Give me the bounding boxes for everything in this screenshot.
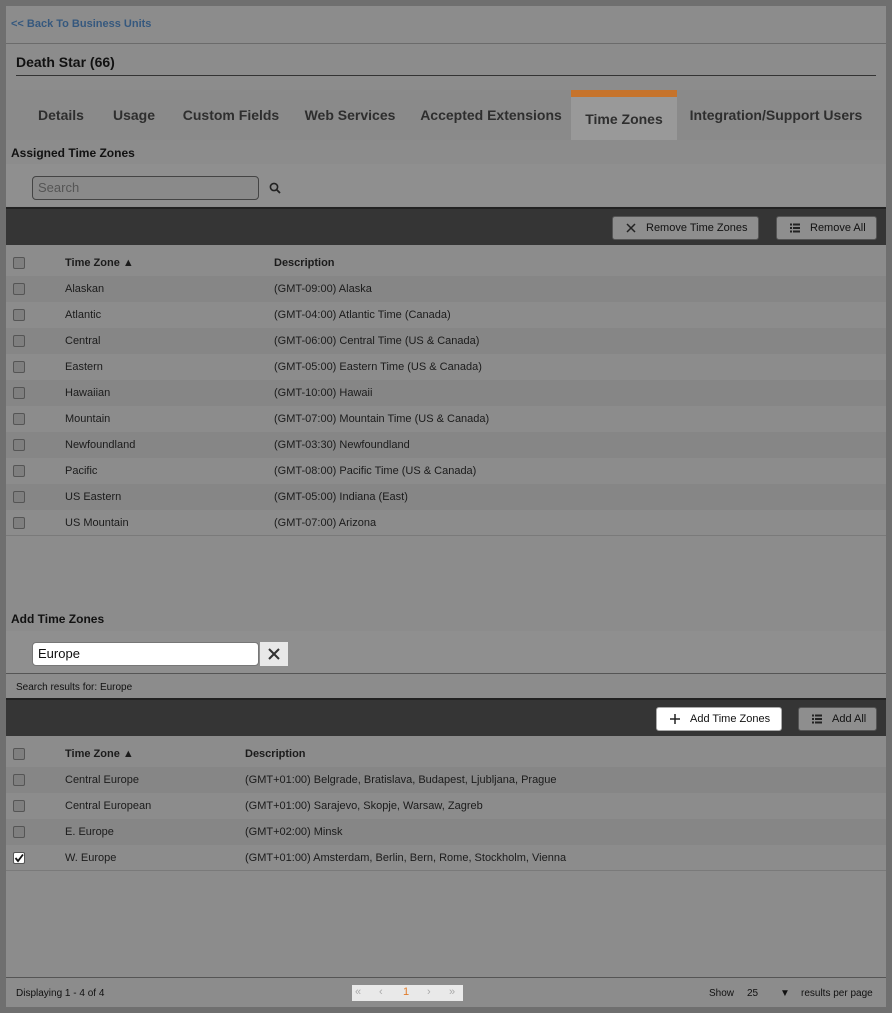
table-row[interactable]: Eastern (GMT-05:00) Eastern Time (US & Ca… [6, 354, 886, 380]
sort-up-icon: ▲ [122, 257, 134, 269]
row-checkbox[interactable] [13, 826, 25, 838]
table-row[interactable]: Mountain (GMT-07:00) Mountain Time (US & … [6, 406, 886, 432]
remove-all-button[interactable]: Remove All [776, 216, 877, 240]
assigned-time-zones-heading: Assigned Time Zones [11, 146, 135, 160]
add-all-button[interactable]: Add All [798, 707, 877, 731]
list-icon [812, 714, 822, 724]
next-page-icon[interactable]: › [427, 986, 431, 998]
description-header: Description [245, 748, 306, 760]
per-page-select[interactable]: 25 ▼ [747, 988, 792, 999]
search-results-caption: Search results for: Europe [16, 682, 133, 693]
table-row[interactable]: Hawaiian (GMT-10:00) Hawaii [6, 380, 886, 406]
pagination-footer: Displaying 1 - 4 of 4 « ‹ 1 › » Show 25 … [6, 977, 886, 1007]
table-row[interactable]: Atlantic (GMT-04:00) Atlantic Time (Canad… [6, 302, 886, 328]
add-time-zones-button[interactable]: Add Time Zones [656, 707, 782, 731]
table-row[interactable]: US Eastern (GMT-05:00) Indiana (East) [6, 484, 886, 510]
sort-up-icon: ▲ [122, 748, 134, 760]
clear-search-button[interactable] [260, 642, 288, 666]
tab-bar: Details Usage Custom Fields Web Services… [6, 90, 886, 140]
search-icon[interactable] [269, 182, 281, 194]
tab-web-services[interactable]: Web Services [300, 90, 400, 140]
tab-usage[interactable]: Usage [106, 90, 162, 140]
row-checkbox[interactable] [13, 517, 25, 529]
page-title: Death Star (66) [16, 54, 115, 70]
sort-time-zone-header[interactable]: Time Zone ▲ [65, 257, 134, 269]
remove-time-zones-label: Remove Time Zones [646, 222, 748, 234]
table-row[interactable]: Central (GMT-06:00) Central Time (US & Ca… [6, 328, 886, 354]
row-checkbox[interactable] [13, 335, 25, 347]
add-time-zones-label: Add Time Zones [690, 713, 771, 725]
plus-icon [670, 714, 680, 724]
select-all-checkbox[interactable] [13, 257, 25, 269]
displaying-count: Displaying 1 - 4 of 4 [16, 988, 105, 999]
first-page-icon[interactable]: « [355, 986, 361, 998]
table-header: Time Zone ▲ Description [6, 741, 886, 767]
chevron-down-icon: ▼ [780, 988, 790, 999]
search-results-term: Europe [99, 682, 133, 693]
assigned-toolbar: Remove Time Zones Remove All [6, 207, 886, 245]
prev-page-icon[interactable]: ‹ [379, 986, 383, 998]
table-row[interactable]: Alaskan (GMT-09:00) Alaska [6, 276, 886, 302]
add-search-strip: Europe [6, 631, 886, 673]
row-checkbox[interactable] [13, 439, 25, 451]
row-checkbox[interactable] [13, 361, 25, 373]
table-header: Time Zone ▲ Description [6, 250, 886, 276]
divider [6, 673, 886, 674]
row-checkbox[interactable] [13, 774, 25, 786]
assigned-search-strip: Search [6, 164, 886, 206]
table-row[interactable]: Newfoundland (GMT-03:30) Newfoundland [6, 432, 886, 458]
row-checkbox[interactable] [13, 465, 25, 477]
title-underline [16, 75, 876, 76]
back-to-business-units-link[interactable]: << Back To Business Units [11, 18, 151, 30]
close-icon [626, 223, 636, 233]
tab-time-zones[interactable]: Time Zones [571, 90, 677, 140]
per-page-suffix: results per page [801, 988, 873, 999]
row-checkbox[interactable] [13, 491, 25, 503]
tab-integration-support-users[interactable]: Integration/Support Users [688, 90, 864, 140]
pager: « ‹ 1 › » [352, 985, 463, 1001]
description-header: Description [274, 257, 335, 269]
list-icon [790, 223, 800, 233]
checkmark-icon [14, 853, 24, 863]
row-checkbox[interactable] [13, 413, 25, 425]
sort-time-zone-header[interactable]: Time Zone ▲ [65, 748, 134, 760]
table-row[interactable]: W. Europe (GMT+01:00) Amsterdam, Berlin,… [6, 845, 886, 871]
divider [6, 43, 886, 44]
close-icon [268, 648, 280, 660]
add-search-input[interactable]: Europe [32, 642, 259, 666]
add-time-zones-table: Time Zone ▲ Description Central Europe (G… [6, 741, 886, 871]
current-page[interactable]: 1 [403, 986, 409, 998]
tab-custom-fields[interactable]: Custom Fields [178, 90, 284, 140]
assigned-time-zones-table: Time Zone ▲ Description Alaskan (GMT-09:0… [6, 250, 886, 536]
table-row[interactable]: E. Europe (GMT+02:00) Minsk [6, 819, 886, 845]
remove-time-zones-button[interactable]: Remove Time Zones [612, 216, 759, 240]
add-toolbar: Add Time Zones Add All [6, 698, 886, 736]
row-checkbox[interactable] [13, 387, 25, 399]
row-checkbox[interactable] [13, 800, 25, 812]
remove-all-label: Remove All [810, 222, 866, 234]
add-all-label: Add All [832, 713, 867, 725]
row-checkbox[interactable] [13, 283, 25, 295]
add-time-zones-heading: Add Time Zones [11, 612, 105, 626]
row-checkbox-checked[interactable] [13, 852, 25, 864]
last-page-icon[interactable]: » [449, 986, 455, 998]
table-row[interactable]: Central Europe (GMT+01:00) Belgrade, Brat… [6, 767, 886, 793]
select-all-checkbox[interactable] [13, 748, 25, 760]
show-label: Show [709, 988, 735, 999]
tab-accepted-extensions[interactable]: Accepted Extensions [418, 90, 564, 140]
table-row[interactable]: US Mountain (GMT-07:00) Arizona [6, 510, 886, 536]
tab-details[interactable]: Details [30, 90, 92, 140]
table-row[interactable]: Central European (GMT+01:00) Sarajevo, Sk… [6, 793, 886, 819]
business-unit-panel: << Back To Business Units Death Star (66… [6, 6, 886, 1007]
row-checkbox[interactable] [13, 309, 25, 321]
assigned-search-input[interactable]: Search [32, 176, 259, 200]
table-row[interactable]: Pacific (GMT-08:00) Pacific Time (US & Ca… [6, 458, 886, 484]
